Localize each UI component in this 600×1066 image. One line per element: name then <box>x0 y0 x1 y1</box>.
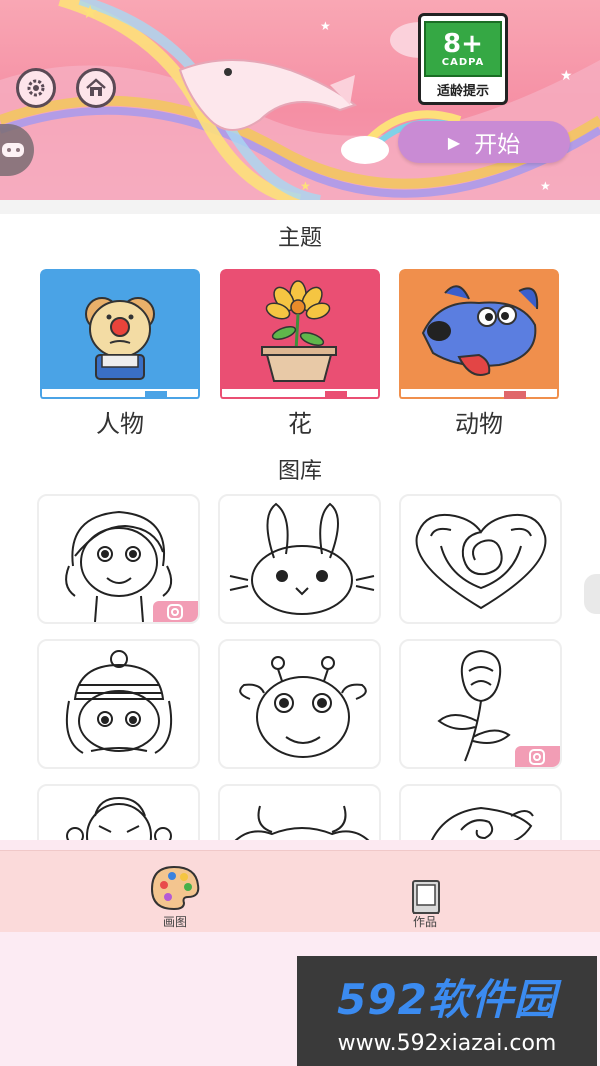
girl-hat-icon <box>65 650 173 754</box>
flower-pot-icon <box>261 280 337 382</box>
instagram-icon <box>529 749 545 765</box>
giraffe-icon <box>239 656 367 758</box>
dog-icon <box>421 285 539 376</box>
cow-icon <box>234 805 370 840</box>
instagram-icon <box>167 604 183 620</box>
home-icon <box>86 78 106 96</box>
tab-draw[interactable]: 画图 <box>115 851 235 933</box>
home-button[interactable] <box>76 68 116 108</box>
age-rating-label: 适龄提示 <box>436 84 489 99</box>
rabbit-icon <box>229 502 375 615</box>
tab-draw-label: 画图 <box>162 915 187 929</box>
bookmark <box>145 391 167 399</box>
gear-icon <box>27 79 45 97</box>
gallery-title: 图库 <box>277 459 322 484</box>
svg-text:★: ★ <box>540 179 551 193</box>
gallery-item-giraffe[interactable] <box>218 639 381 769</box>
start-button-label: 开始 <box>474 132 521 158</box>
watermark: 592软件园 www.592xiazai.com <box>297 956 597 1066</box>
gamepad-icon <box>2 143 24 157</box>
rose-heart-icon <box>415 514 547 610</box>
play-icon: ▶ <box>447 132 461 152</box>
age-rating-org: CADPA <box>441 56 485 68</box>
palette-icon <box>150 865 200 911</box>
age-rating-badge: 8+ CADPA 适龄提示 <box>418 13 508 105</box>
themes-title: 主题 <box>277 226 322 251</box>
age-rating-number: 8+ <box>443 28 483 59</box>
theme-book-pages <box>220 389 380 399</box>
bottom-tab-bar: 画图 作品 <box>0 850 600 933</box>
gallery-item-rabbit[interactable] <box>218 494 381 624</box>
bookmark <box>325 391 347 399</box>
gallery-item-rose-bloom[interactable] <box>399 784 562 840</box>
gallery-item-monkey[interactable] <box>37 784 200 840</box>
instagram-badge[interactable] <box>153 601 198 622</box>
gallery-item-rose[interactable] <box>399 639 562 769</box>
theme-book-cover <box>40 269 200 391</box>
theme-label-flower: 花 <box>288 410 312 438</box>
theme-book-cover <box>399 269 559 391</box>
theme-book-pages <box>40 389 200 399</box>
monkey-icon <box>66 796 172 840</box>
watermark-url: www.592xiazai.com <box>337 1031 557 1056</box>
rose-bloom-icon <box>430 806 534 840</box>
settings-button[interactable] <box>16 68 56 108</box>
clown-icon <box>85 297 155 380</box>
svg-text:★: ★ <box>82 2 98 23</box>
bookmark <box>504 391 526 399</box>
gallery-item-girl[interactable] <box>37 494 200 624</box>
theme-book-pages <box>399 389 559 399</box>
gallery-item-girl-hat[interactable] <box>37 639 200 769</box>
instagram-badge[interactable] <box>515 746 560 767</box>
main-content[interactable]: 主题 人物 花 动物 图库 <box>0 200 600 840</box>
theme-card-people[interactable] <box>40 269 200 401</box>
theme-card-flower[interactable] <box>220 269 380 401</box>
theme-card-animal[interactable] <box>399 269 559 401</box>
theme-label-animal: 动物 <box>455 410 503 438</box>
start-button[interactable]: ▶ 开始 <box>398 121 570 163</box>
side-scroll-handle[interactable] <box>584 574 600 614</box>
svg-text:★: ★ <box>560 68 573 84</box>
theme-label-people: 人物 <box>96 410 144 438</box>
age-rating-box: 8+ CADPA <box>424 21 502 77</box>
tab-works-label: 作品 <box>412 915 437 929</box>
header-banner: ★ ★ ★ ★ ★ 8+ CADPA 适龄提示 ▶ 开始 <box>0 0 600 200</box>
svg-text:★: ★ <box>320 19 331 33</box>
theme-book-cover <box>220 269 380 391</box>
gallery-item-cow[interactable] <box>218 784 381 840</box>
watermark-brand: 592软件园 <box>337 975 557 1024</box>
tab-works[interactable]: 作品 <box>365 851 485 933</box>
gallery-item-rose-heart[interactable] <box>399 494 562 624</box>
svg-text:★: ★ <box>300 179 311 193</box>
